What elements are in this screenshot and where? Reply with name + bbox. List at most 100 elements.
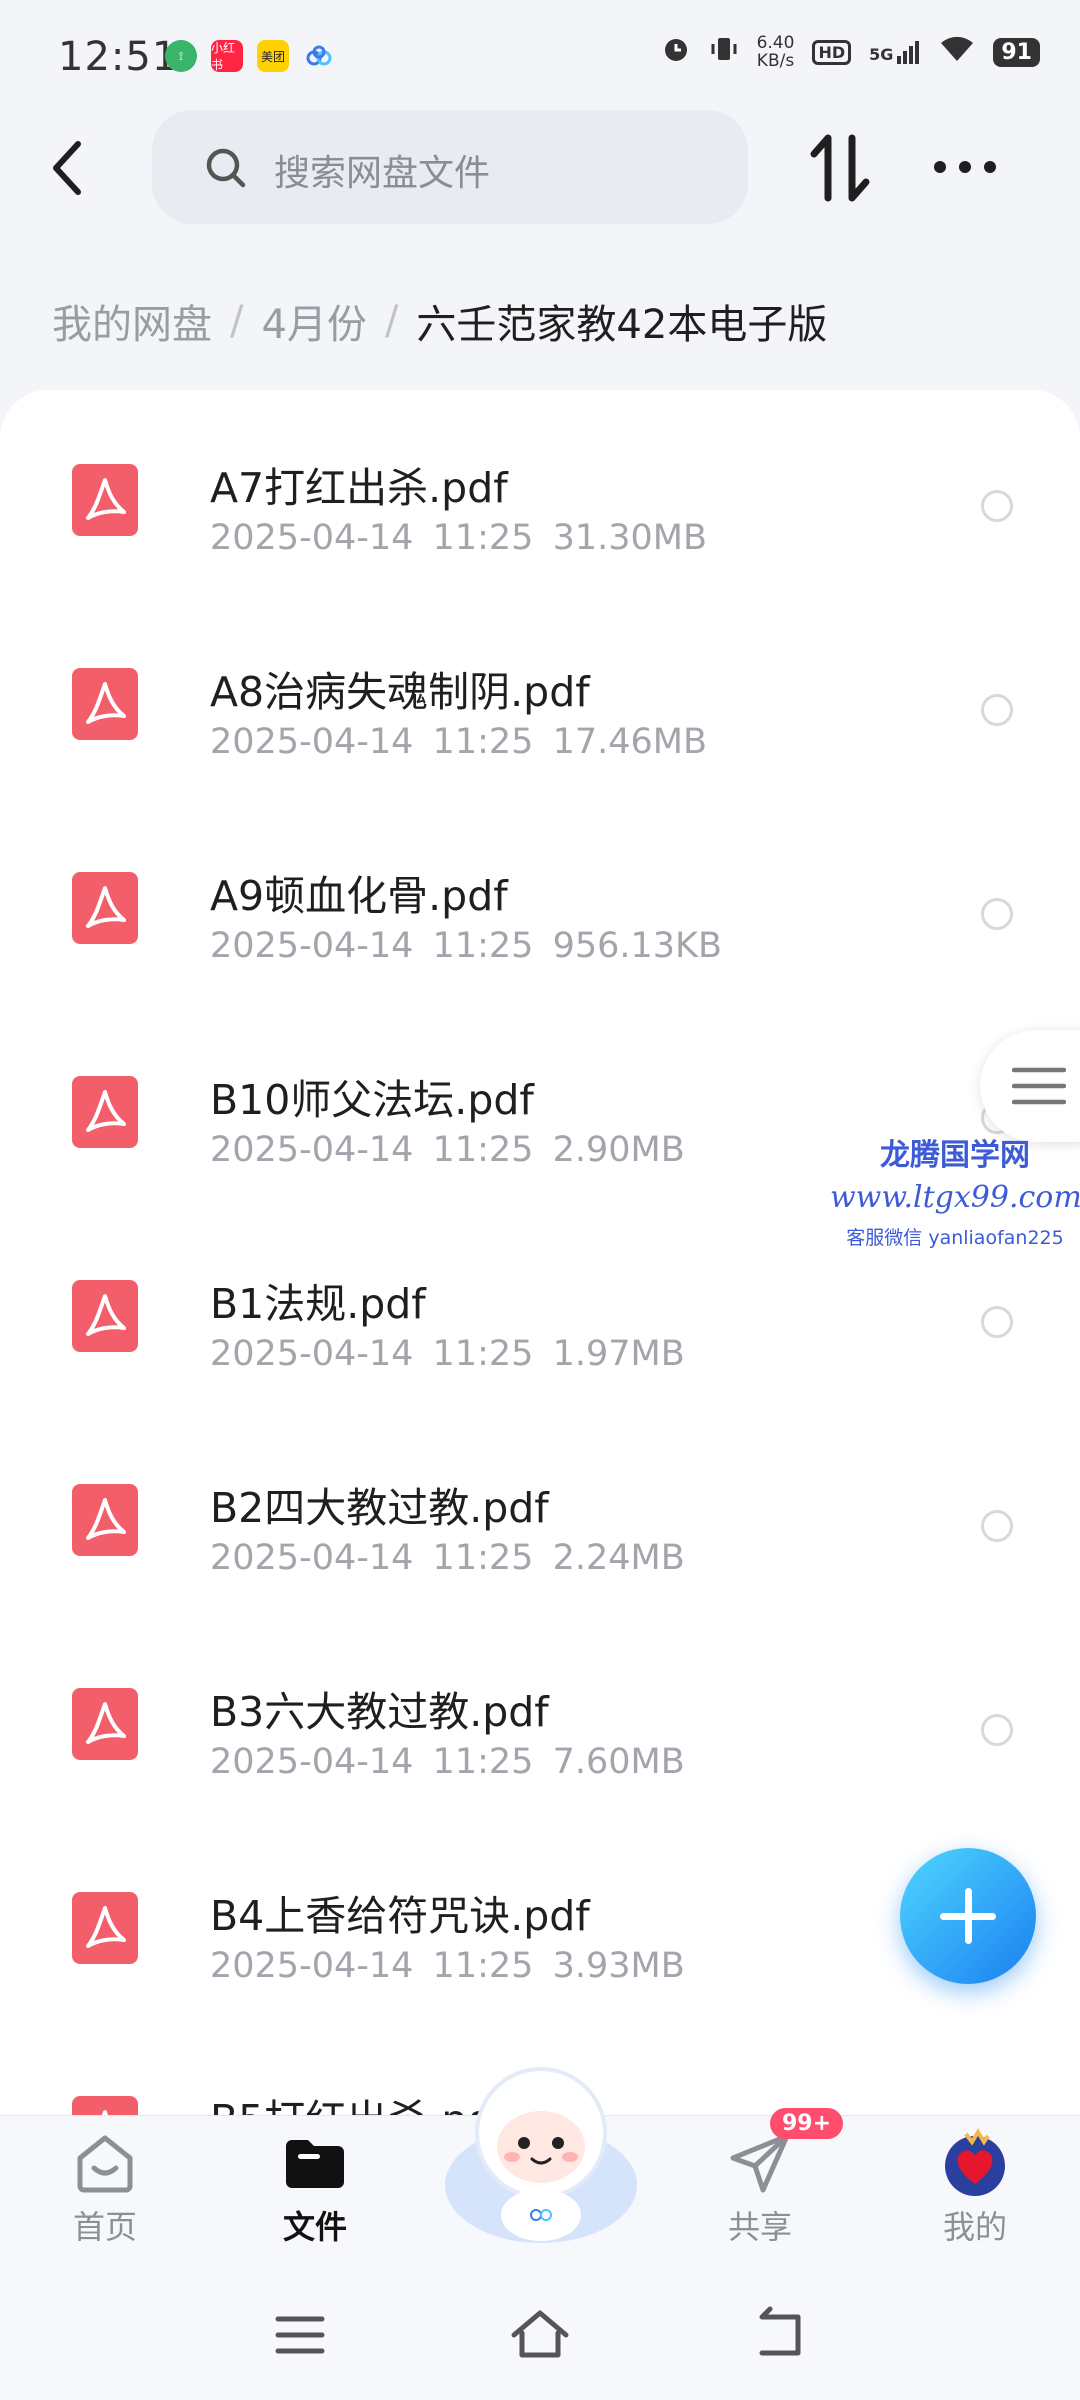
signal-bars-icon xyxy=(897,41,920,64)
file-name: B10师父法坛.pdf xyxy=(210,1076,534,1124)
file-meta: 2025-04-14 11:25 956.13KB xyxy=(210,926,722,966)
pdf-icon xyxy=(72,1280,138,1352)
hd-badge: HD xyxy=(812,39,852,65)
side-drawer-handle[interactable] xyxy=(980,1030,1080,1142)
tab-label: 共享 xyxy=(727,2208,792,2246)
pdf-icon xyxy=(72,668,138,740)
system-nav-bar xyxy=(0,2265,1080,2400)
home-button[interactable] xyxy=(500,2305,580,2365)
more-options-button[interactable] xyxy=(930,142,1000,192)
alarm-icon xyxy=(661,34,691,70)
pdf-icon xyxy=(72,1484,138,1556)
home-face-icon xyxy=(70,2128,140,2198)
back-nav-button[interactable] xyxy=(740,2305,820,2365)
file-time: 11:25 xyxy=(432,722,534,762)
file-row[interactable]: B3六大教过教.pdf 2025-04-14 11:25 7.60MB xyxy=(0,1614,1080,1818)
file-list: A7打红出杀.pdf 2025-04-14 11:25 31.30MB A8治病… xyxy=(0,390,1080,2115)
tab-label: 我的 xyxy=(942,2208,1007,2246)
file-meta: 2025-04-14 11:25 2.90MB xyxy=(210,1130,685,1170)
heart-avatar-icon xyxy=(940,2128,1010,2198)
menu-lines-icon xyxy=(1011,1066,1067,1110)
back-arrow-icon xyxy=(53,141,81,195)
select-checkbox[interactable] xyxy=(981,898,1013,930)
mascot-button[interactable] xyxy=(432,2055,650,2255)
watermark-url: www.ltgx99.com xyxy=(830,1180,1080,1215)
file-date: 2025-04-14 xyxy=(210,1742,414,1782)
file-date: 2025-04-14 xyxy=(210,1130,414,1170)
back-nav-icon xyxy=(759,2306,801,2356)
more-dots-icon xyxy=(934,161,996,173)
status-time: 12:51 xyxy=(58,34,179,80)
file-row[interactable]: A8治病失魂制阴.pdf 2025-04-14 11:25 17.46MB xyxy=(0,594,1080,798)
tab-share[interactable]: 99+ 共享 xyxy=(690,2108,844,2266)
file-row[interactable]: B2四大教过教.pdf 2025-04-14 11:25 2.24MB xyxy=(0,1410,1080,1614)
wifi-icon xyxy=(939,35,975,69)
file-time: 11:25 xyxy=(432,1742,534,1782)
file-row[interactable]: A7打红出杀.pdf 2025-04-14 11:25 31.30MB xyxy=(0,390,1080,594)
net-speed: 6.40 KB/s xyxy=(757,34,795,70)
file-time: 11:25 xyxy=(432,1130,534,1170)
breadcrumb-root[interactable]: 我的网盘 xyxy=(52,292,212,350)
file-row[interactable]: A9顿血化骨.pdf 2025-04-14 11:25 956.13KB xyxy=(0,798,1080,1002)
add-button[interactable] xyxy=(900,1848,1036,1984)
breadcrumb-folder[interactable]: 4月份 xyxy=(261,292,366,350)
search-icon xyxy=(204,146,248,194)
signal-label: 5G xyxy=(869,45,894,64)
file-meta: 2025-04-14 11:25 17.46MB xyxy=(210,722,707,762)
breadcrumb-current: 六壬范家教42本电子版 xyxy=(416,302,828,348)
select-checkbox[interactable] xyxy=(981,1306,1013,1338)
file-time: 11:25 xyxy=(432,1334,534,1374)
search-bar[interactable]: 搜索网盘文件 xyxy=(152,110,748,224)
file-time: 11:25 xyxy=(432,1946,534,1986)
select-checkbox[interactable] xyxy=(981,1714,1013,1746)
vibrate-icon xyxy=(709,34,739,70)
notification-icons: ⟟ 小红书 美团 xyxy=(165,40,335,72)
tab-home[interactable]: 首页 xyxy=(35,2116,175,2266)
file-meta: 2025-04-14 11:25 2.24MB xyxy=(210,1538,685,1578)
file-name: B3六大教过教.pdf xyxy=(210,1688,549,1736)
select-checkbox[interactable] xyxy=(981,490,1013,522)
tab-label: 首页 xyxy=(72,2208,137,2246)
recent-apps-button[interactable] xyxy=(260,2305,340,2365)
file-date: 2025-04-14 xyxy=(210,1538,414,1578)
file-time: 11:25 xyxy=(432,1538,534,1578)
file-date: 2025-04-14 xyxy=(210,1946,414,1986)
status-indicators: 6.40 KB/s HD 5G 91 xyxy=(661,34,1040,70)
file-date: 2025-04-14 xyxy=(210,722,414,762)
net-speed-value: 6.40 xyxy=(756,33,795,53)
breadcrumb: 我的网盘 / 4月份 / 六壬范家教42本电子版 xyxy=(52,292,827,350)
pdf-icon xyxy=(72,1892,138,1964)
file-name: B4上香给符咒诀.pdf xyxy=(210,1892,590,1940)
net-speed-unit: KB/s xyxy=(756,51,795,71)
home-icon xyxy=(511,2310,569,2358)
back-button[interactable] xyxy=(38,128,98,208)
xiaohongshu-icon: 小红书 xyxy=(211,40,243,72)
watermark-contact: 客服微信 yanliaofan225 xyxy=(846,1227,1064,1249)
file-name: A8治病失魂制阴.pdf xyxy=(210,668,590,716)
file-name: A9顿血化骨.pdf xyxy=(210,872,508,920)
app-green-icon: ⟟ xyxy=(165,40,197,72)
file-size: 7.60MB xyxy=(552,1742,685,1782)
tab-label: 文件 xyxy=(282,2208,347,2246)
file-time: 11:25 xyxy=(432,518,534,558)
file-size: 2.24MB xyxy=(552,1538,685,1578)
signal-5g: 5G xyxy=(869,40,921,64)
file-size: 3.93MB xyxy=(552,1946,685,1986)
file-meta: 2025-04-14 11:25 31.30MB xyxy=(210,518,707,558)
file-size: 31.30MB xyxy=(552,518,707,558)
file-size: 1.97MB xyxy=(552,1334,685,1374)
file-meta: 2025-04-14 11:25 7.60MB xyxy=(210,1742,685,1782)
tab-files[interactable]: 文件 xyxy=(245,2116,385,2266)
file-name: B1法规.pdf xyxy=(210,1280,426,1328)
file-size: 17.46MB xyxy=(552,722,707,762)
file-date: 2025-04-14 xyxy=(210,926,414,966)
file-size: 956.13KB xyxy=(552,926,722,966)
sort-arrows-icon xyxy=(810,134,870,202)
pdf-icon xyxy=(72,464,138,536)
battery-indicator: 91 xyxy=(993,37,1040,67)
select-checkbox[interactable] xyxy=(981,694,1013,726)
pdf-icon xyxy=(72,1688,138,1760)
sort-button[interactable] xyxy=(800,126,880,210)
select-checkbox[interactable] xyxy=(981,1510,1013,1542)
tab-me[interactable]: 我的 xyxy=(905,2116,1045,2266)
